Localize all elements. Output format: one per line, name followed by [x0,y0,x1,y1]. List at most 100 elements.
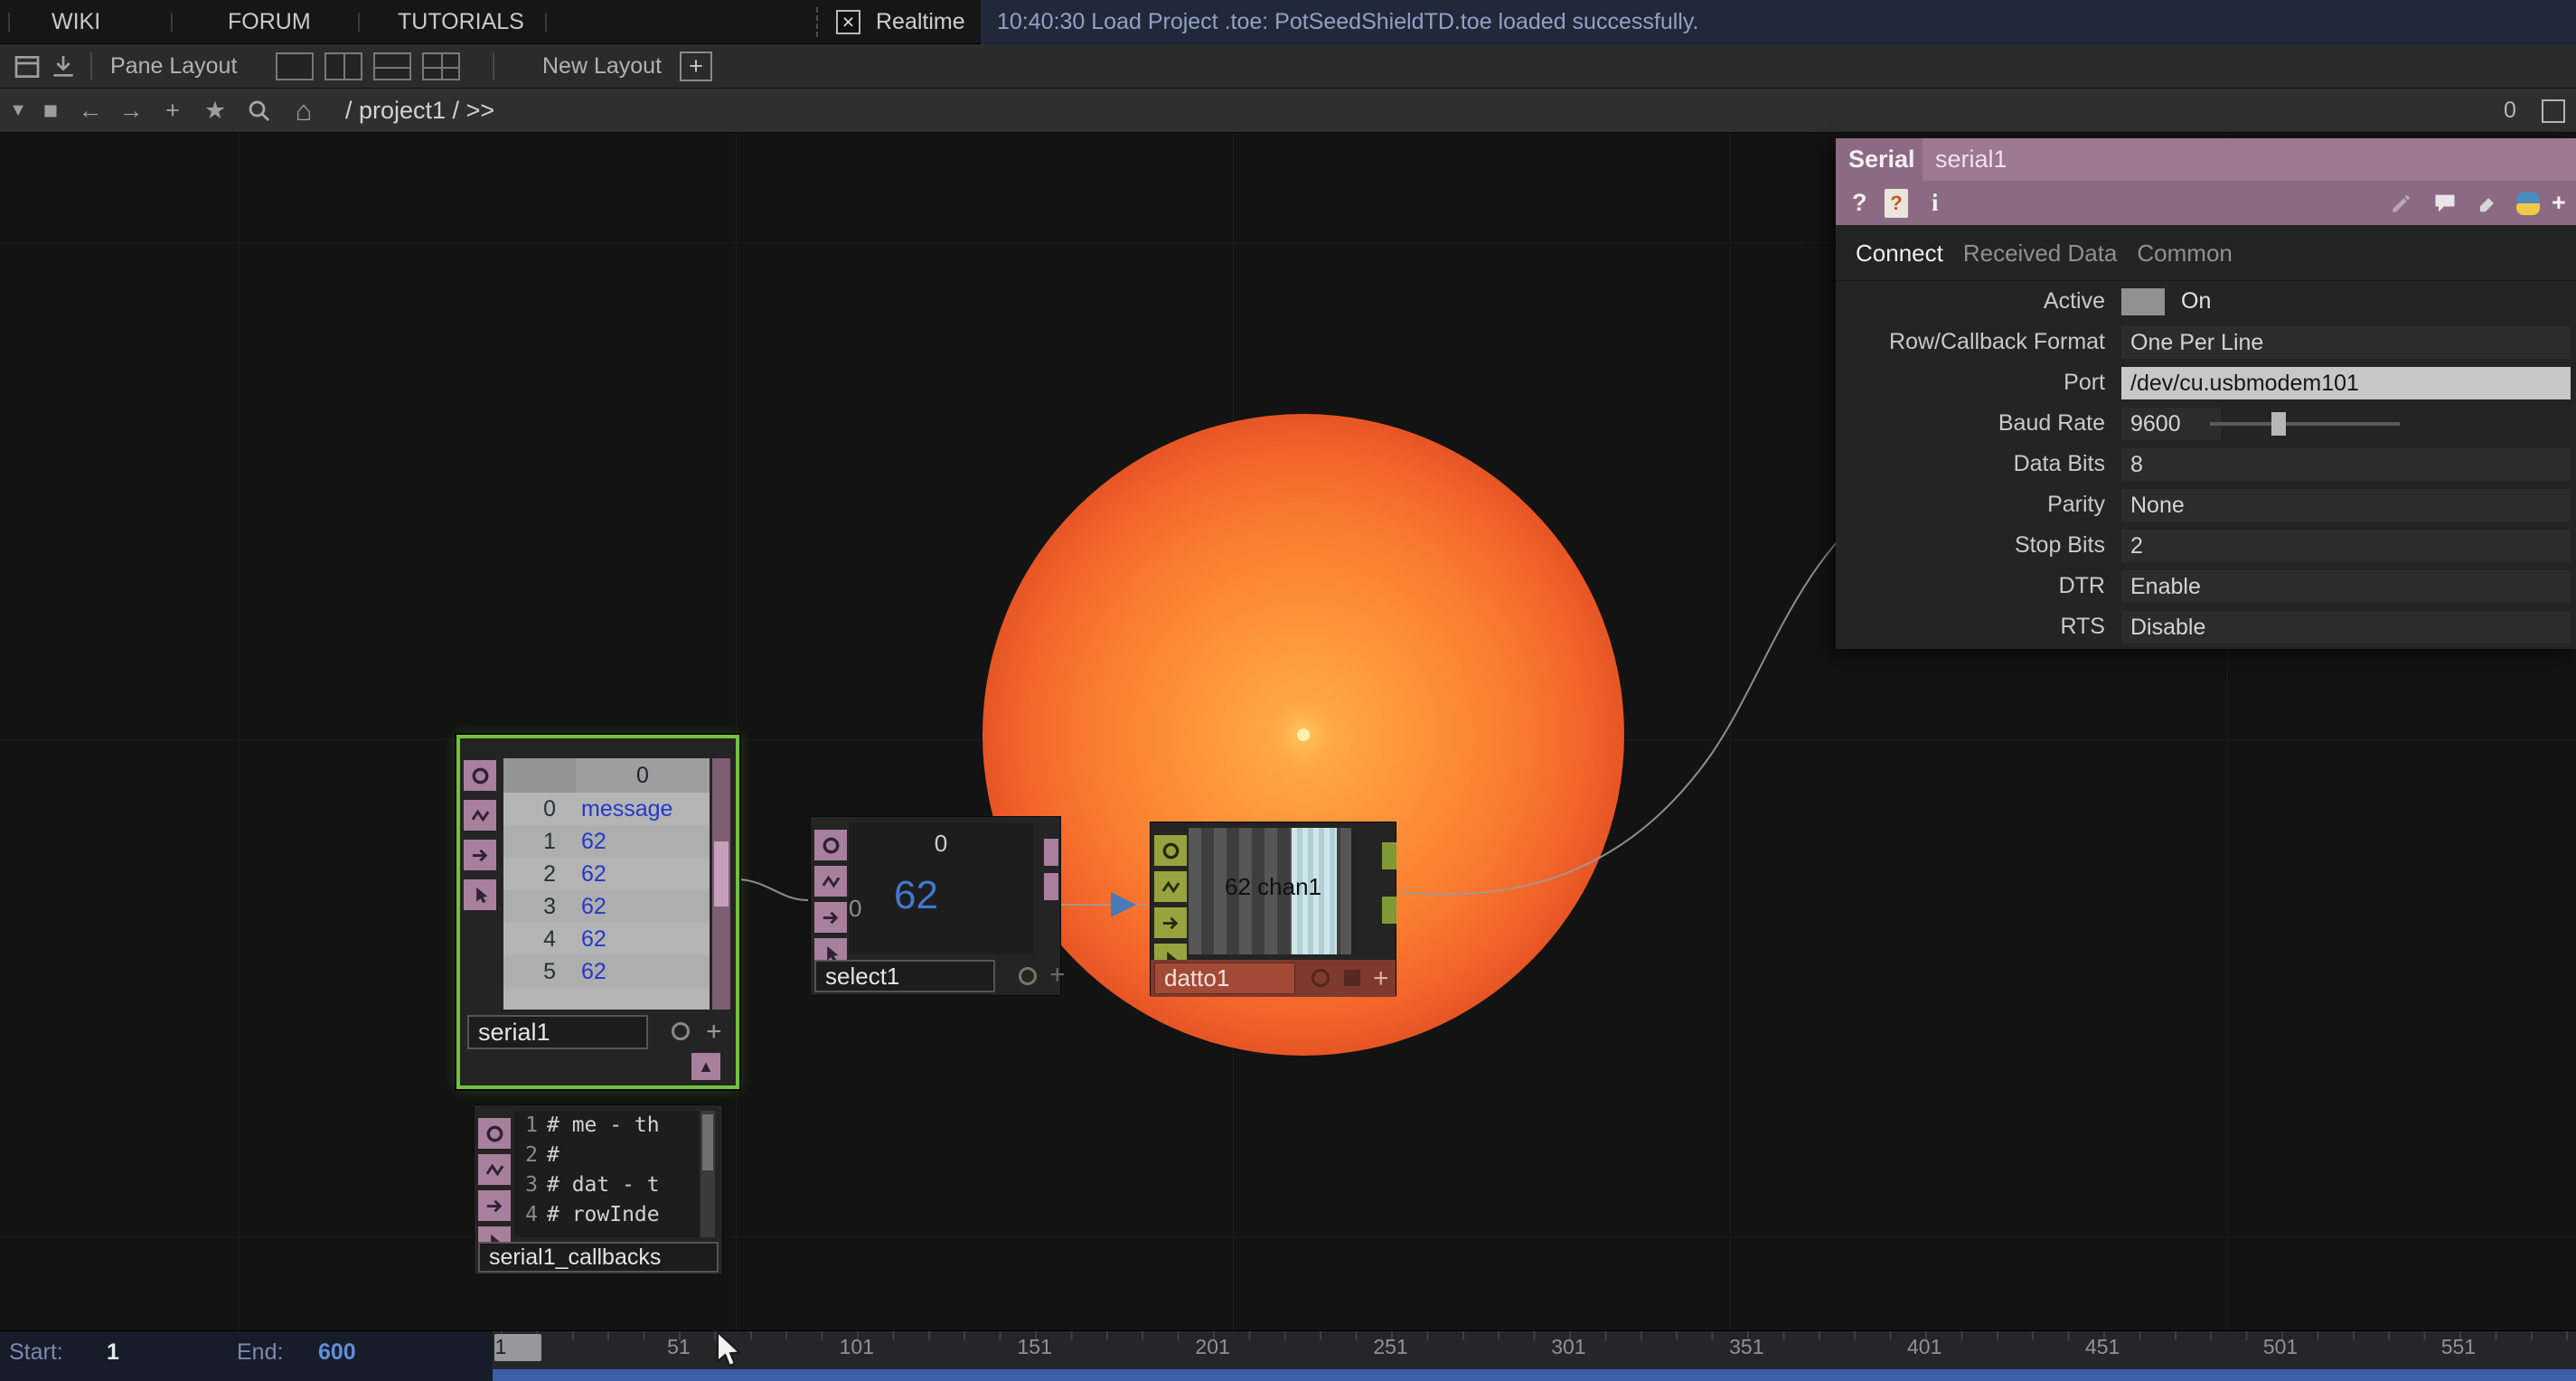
timeline-range-bar[interactable] [493,1369,2576,1381]
timeline-tick[interactable]: 551 [2441,1335,2476,1359]
output-connector[interactable] [1382,842,1396,869]
viewer-toggle-icon[interactable] [672,1022,690,1040]
param-label[interactable]: Active [1836,281,2105,322]
maximize-pane-icon[interactable] [2542,99,2565,123]
output-connector[interactable] [1044,839,1058,866]
timeline-tick[interactable]: 101 [840,1335,874,1359]
breadcrumb[interactable]: / project1 / >> [345,89,494,133]
home-icon[interactable]: ⌂ [286,89,322,133]
param-value[interactable]: 2 [2121,530,2571,562]
timeline-tick[interactable]: 451 [2085,1335,2120,1359]
menu-item-wiki[interactable]: WIKI [52,0,100,44]
param-label[interactable]: RTS [1836,606,2105,647]
connector-circle-icon[interactable] [464,760,496,791]
node-select1[interactable]: 0 0 62 select1 + [810,816,1061,996]
tab-connect[interactable]: Connect [1856,225,1943,281]
help-icon[interactable]: ? [1852,181,1867,225]
layout-split-horizontal-button[interactable] [373,52,411,80]
param-label[interactable]: Port [1836,362,2105,403]
save-layout-icon[interactable] [49,52,78,81]
layout-split-vertical-button[interactable] [324,52,362,80]
param-label[interactable]: Parity [1836,484,2105,525]
timeline-tick[interactable]: 1 [495,1335,507,1359]
connector-arrow-icon[interactable] [1154,907,1187,938]
python-help-icon[interactable]: ? [1885,189,1908,218]
timeline-tick[interactable]: 201 [1195,1335,1229,1359]
connector-arrow-icon[interactable] [814,902,847,933]
param-value[interactable]: On [2181,281,2211,322]
datto1-connectors[interactable] [1154,822,1187,974]
param-value[interactable]: One Per Line [2121,326,2571,359]
timeline-tick[interactable]: 151 [1018,1335,1052,1359]
connector-circle-icon[interactable] [478,1118,511,1149]
menu-item-tutorials[interactable]: TUTORIALS [398,0,524,44]
scrollbar-handle[interactable] [714,841,729,907]
start-value-field[interactable]: 1 [107,1337,119,1367]
connector-zigzag-icon[interactable] [814,866,847,897]
timeline-tick[interactable]: 401 [1907,1335,1941,1359]
python-icon[interactable] [2516,192,2540,215]
slider-handle[interactable] [2271,412,2286,436]
layout-quad-button[interactable] [422,52,460,80]
connector-circle-icon[interactable] [814,830,847,860]
expand-icon[interactable]: + [706,1019,722,1046]
viewer-toggle-icon[interactable] [1019,967,1037,985]
connector-arrow-icon[interactable] [478,1190,511,1221]
param-value[interactable]: /dev/cu.usbmodem101 [2121,367,2571,399]
realtime-checkbox[interactable]: × [836,10,860,34]
toggle-slider[interactable] [2121,288,2165,315]
param-value[interactable]: Enable [2121,570,2571,603]
search-icon[interactable] [246,98,273,125]
tab-common[interactable]: Common [2137,225,2232,281]
param-label[interactable]: Baud Rate [1836,403,2105,444]
datto1-name-field[interactable]: datto1 [1154,963,1295,994]
serial1-connectors[interactable] [464,738,496,910]
select1-name-field[interactable]: select1 [814,960,995,992]
wire-serial1-select1[interactable] [739,879,808,900]
scrollbar[interactable] [700,1111,715,1237]
param-label[interactable]: DTR [1836,566,2105,606]
param-label[interactable]: Row/Callback Format [1836,322,2105,362]
new-layout-label[interactable]: New Layout [542,44,662,89]
stop-icon[interactable]: ■ [33,89,69,133]
viewer-toggle-icon[interactable] [1312,969,1330,987]
serial1-name-field[interactable]: serial1 [467,1015,648,1049]
tab-received-data[interactable]: Received Data [1963,225,2118,281]
expand-icon[interactable]: + [1373,965,1389,992]
pane-menu-dropdown-icon[interactable]: ▼ [0,89,36,133]
comment-icon[interactable] [2432,191,2458,216]
param-label[interactable]: Stop Bits [1836,525,2105,566]
menu-item-forum[interactable]: FORUM [228,0,311,44]
node-datto1[interactable]: 62 chan1 datto1 + [1150,822,1396,996]
timeline-bar[interactable]: Start: 1 End: 600 1511011512012513013514… [0,1330,2576,1381]
connector-hand-icon[interactable] [464,879,496,910]
forward-icon[interactable]: → [113,89,149,133]
param-value[interactable]: None [2121,489,2571,521]
param-value[interactable]: 8 [2121,448,2571,481]
scrollbar[interactable] [712,758,730,1010]
slider-track[interactable] [2210,422,2400,426]
connector-zigzag-icon[interactable] [464,800,496,831]
select1-connectors[interactable] [814,817,847,969]
timeline-tick[interactable]: 51 [667,1335,691,1359]
param-label[interactable]: Data Bits [1836,444,2105,484]
connector-arrow-icon[interactable] [464,840,496,870]
scrollbar-handle[interactable] [702,1114,713,1170]
param-value[interactable]: Disable [2121,611,2571,644]
end-value-field[interactable]: 600 [318,1337,356,1367]
timeline-tick[interactable]: 501 [2263,1335,2298,1359]
add-operator-icon[interactable]: + [155,89,191,133]
layout-single-button[interactable] [276,52,314,80]
add-parameter-icon[interactable]: + [2552,181,2566,225]
output-connector[interactable] [1382,897,1396,924]
param-value[interactable]: 9600 [2121,408,2221,440]
wire-datto1-output[interactable] [1400,502,1880,895]
output-connector[interactable] [1044,873,1058,900]
callbacks-name-field[interactable]: serial1_callbacks [478,1242,719,1273]
node-serial1-callbacks[interactable]: 1# me - th2#3# dat - t4# rowInde serial1… [474,1104,723,1275]
bookmark-star-icon[interactable]: ★ [197,89,233,133]
back-icon[interactable]: ← [72,89,108,133]
connector-circle-icon[interactable] [1154,835,1187,866]
timeline-ruler[interactable]: 151101151201251301351401451501551 [493,1331,2576,1369]
add-layout-button[interactable]: + [680,52,712,81]
